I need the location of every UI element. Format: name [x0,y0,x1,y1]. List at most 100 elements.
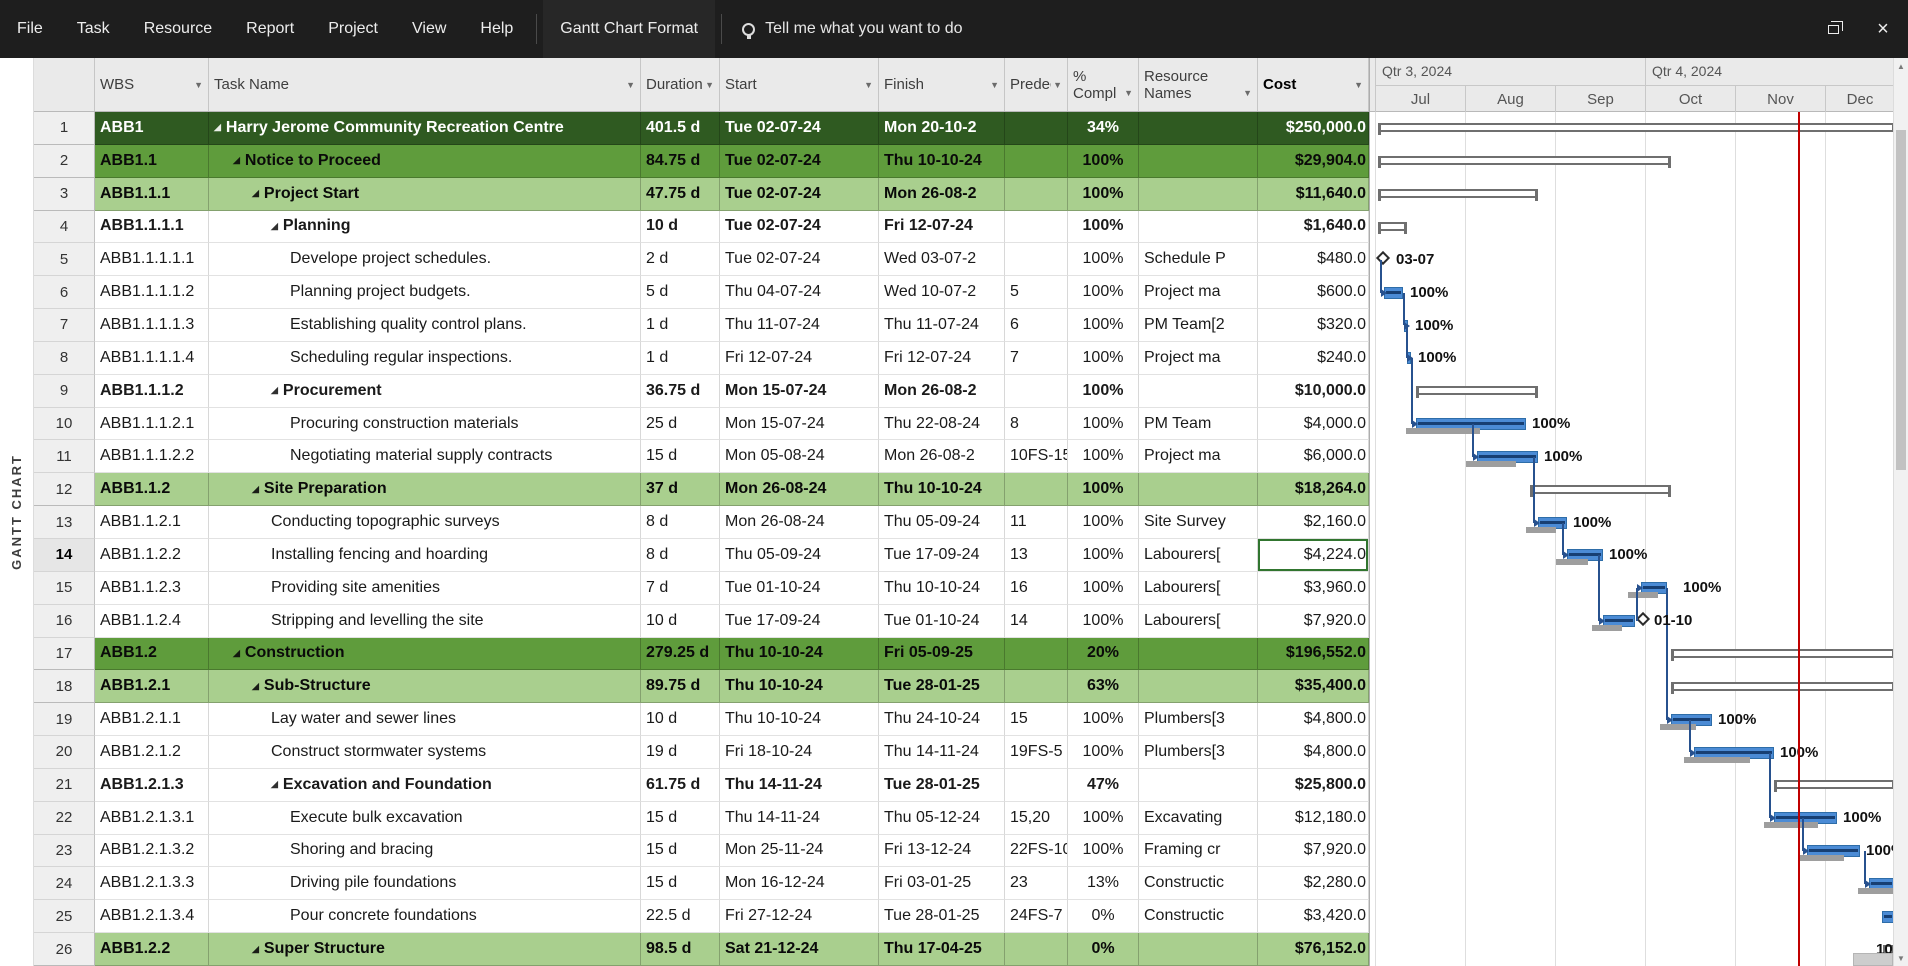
cell-res[interactable]: Project ma [1139,276,1258,309]
cell-name[interactable]: ◢Project Start [209,178,641,211]
cell-name[interactable]: Driving pile foundations [209,867,641,900]
cell-dur[interactable]: 2 d [641,243,720,276]
context-tab-gantt-chart-format[interactable]: Gantt Chart Format [543,0,715,58]
cell-res[interactable]: PM Team [1139,408,1258,441]
cell-pred[interactable]: 19FS-5 ( [1005,736,1068,769]
cell-dur[interactable]: 10 d [641,703,720,736]
cell-pred[interactable] [1005,211,1068,244]
cell-pred[interactable] [1005,670,1068,703]
row-number[interactable]: 26 [34,933,95,966]
expand-triangle-icon[interactable]: ◢ [233,155,240,166]
cell-cost[interactable]: $3,960.0 [1258,572,1369,605]
cell-dur[interactable]: 15 d [641,835,720,868]
cell-name[interactable]: ◢Sub-Structure [209,670,641,703]
cell-res[interactable]: PM Team[2 [1139,309,1258,342]
cell-wbs[interactable]: ABB1.1.1.1.3 [95,309,209,342]
row-number[interactable]: 15 [34,572,95,605]
cell-wbs[interactable]: ABB1.2.1.3.3 [95,867,209,900]
cell-res[interactable] [1139,473,1258,506]
cell-res[interactable] [1139,670,1258,703]
cell-cost[interactable]: $6,000.0 [1258,440,1369,473]
cell-wbs[interactable]: ABB1.1.2.1 [95,506,209,539]
cell-pct[interactable]: 100% [1068,342,1139,375]
close-button[interactable]: × [1858,0,1908,58]
cell-start[interactable]: Tue 01-10-24 [720,572,879,605]
cell-pct[interactable]: 0% [1068,933,1139,966]
cell-name[interactable]: Negotiating material supply contracts [209,440,641,473]
cell-cost[interactable]: $76,152.0 [1258,933,1369,966]
timeline-quarter[interactable]: Qtr 3, 2024 [1375,58,1645,85]
cell-start[interactable]: Mon 15-07-24 [720,375,879,408]
cell-dur[interactable]: 36.75 d [641,375,720,408]
cell-wbs[interactable]: ABB1.1.1.1 [95,211,209,244]
cell-cost[interactable]: $7,920.0 [1258,835,1369,868]
cell-start[interactable]: Tue 02-07-24 [720,112,879,145]
column-header-cost[interactable]: Cost▼ [1258,58,1369,111]
cell-finish[interactable]: Tue 28-01-25 [879,900,1005,933]
cell-pct[interactable]: 100% [1068,145,1139,178]
cell-finish[interactable]: Tue 17-09-24 [879,539,1005,572]
cell-res[interactable]: Plumbers[3 [1139,736,1258,769]
expand-triangle-icon[interactable]: ◢ [252,944,259,955]
cell-name[interactable]: ◢Procurement [209,375,641,408]
cell-finish[interactable]: Thu 11-07-24 [879,309,1005,342]
cell-res[interactable] [1139,375,1258,408]
cell-start[interactable]: Tue 17-09-24 [720,605,879,638]
cell-dur[interactable]: 61.75 d [641,769,720,802]
expand-triangle-icon[interactable]: ◢ [271,221,278,232]
cell-pct[interactable]: 100% [1068,736,1139,769]
cell-pred[interactable]: 7 [1005,342,1068,375]
cell-res[interactable]: Constructic [1139,867,1258,900]
cell-wbs[interactable]: ABB1.2 [95,638,209,671]
scroll-down-icon[interactable]: ▼ [1894,950,1908,966]
cell-pct[interactable]: 13% [1068,867,1139,900]
cell-start[interactable]: Sat 21-12-24 [720,933,879,966]
cell-pred[interactable] [1005,638,1068,671]
cell-finish[interactable]: Thu 05-09-24 [879,506,1005,539]
cell-pred[interactable] [1005,933,1068,966]
row-number[interactable]: 3 [34,178,95,211]
summary-bar[interactable] [1378,222,1407,231]
cell-pred[interactable]: 22FS-10 [1005,835,1068,868]
cell-start[interactable]: Fri 12-07-24 [720,342,879,375]
menu-tab-help[interactable]: Help [463,0,530,58]
cell-start[interactable]: Thu 10-10-24 [720,670,879,703]
cell-finish[interactable]: Tue 01-10-24 [879,605,1005,638]
cell-pct[interactable]: 100% [1068,440,1139,473]
cell-pct[interactable]: 100% [1068,572,1139,605]
cell-wbs[interactable]: ABB1.1.2.2 [95,539,209,572]
timeline-month[interactable]: Oct [1645,85,1735,112]
cell-start[interactable]: Mon 05-08-24 [720,440,879,473]
expand-triangle-icon[interactable]: ◢ [252,681,259,692]
cell-dur[interactable]: 19 d [641,736,720,769]
summary-bar[interactable] [1530,485,1671,494]
cell-dur[interactable]: 1 d [641,342,720,375]
restore-button[interactable] [1808,0,1858,58]
row-number[interactable]: 18 [34,670,95,703]
cell-start[interactable]: Thu 14-11-24 [720,769,879,802]
timeline-month[interactable]: Dec [1825,85,1893,112]
cell-name[interactable]: Shoring and bracing [209,835,641,868]
row-number[interactable]: 13 [34,506,95,539]
cell-name[interactable]: Execute bulk excavation [209,802,641,835]
filter-arrow-icon[interactable]: ▼ [990,80,999,90]
timeline-month[interactable]: Aug [1465,85,1555,112]
row-number[interactable]: 12 [34,473,95,506]
scroll-up-icon[interactable]: ▲ [1894,58,1908,74]
cell-cost[interactable]: $480.0 [1258,243,1369,276]
timeline-month[interactable]: Sep [1555,85,1645,112]
cell-res[interactable] [1139,638,1258,671]
expand-triangle-icon[interactable]: ◢ [252,188,259,199]
row-number[interactable]: 5 [34,243,95,276]
cell-wbs[interactable]: ABB1.1.2.3 [95,572,209,605]
cell-cost[interactable]: $2,280.0 [1258,867,1369,900]
column-header-dur[interactable]: Duration▼ [641,58,720,111]
cell-cost[interactable]: $35,400.0 [1258,670,1369,703]
cell-pct[interactable]: 100% [1068,276,1139,309]
cell-pred[interactable] [1005,375,1068,408]
expand-triangle-icon[interactable]: ◢ [214,122,221,133]
cell-pct[interactable]: 100% [1068,539,1139,572]
cell-start[interactable]: Thu 10-10-24 [720,638,879,671]
cell-start[interactable]: Mon 25-11-24 [720,835,879,868]
cell-res[interactable]: Schedule P [1139,243,1258,276]
